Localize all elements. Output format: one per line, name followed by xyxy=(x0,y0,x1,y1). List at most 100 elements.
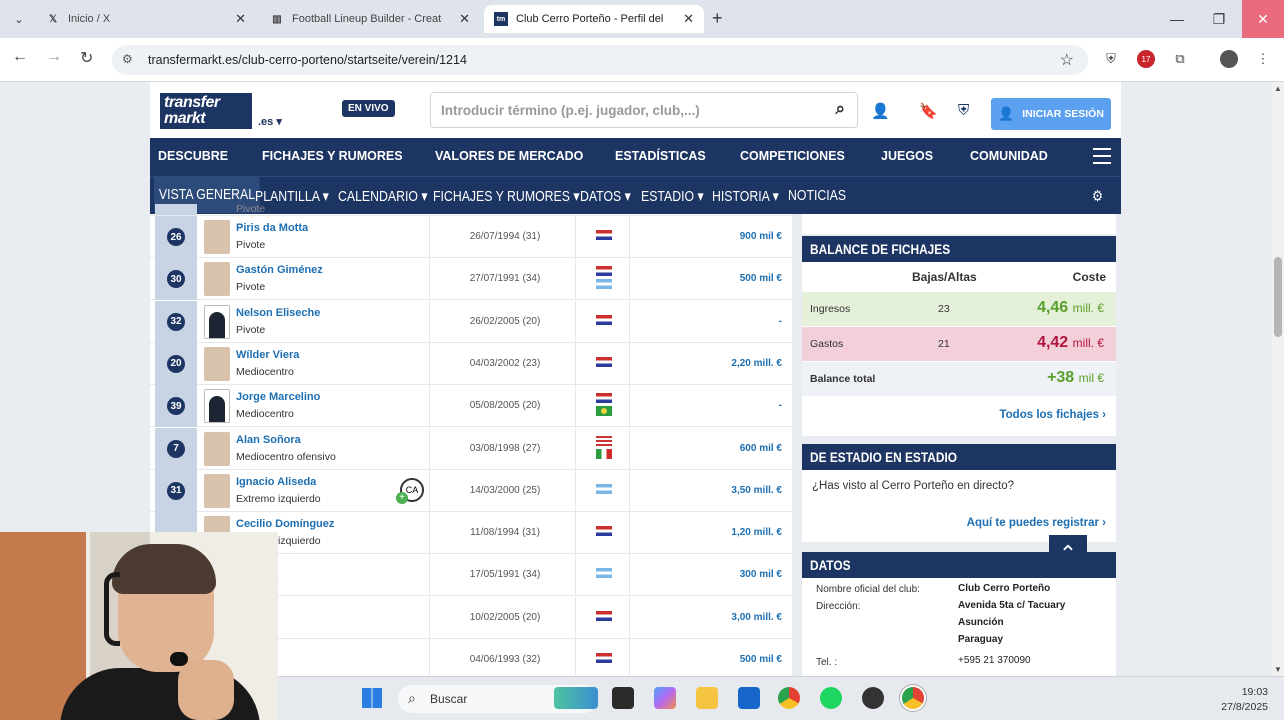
subnav-noticias[interactable]: NOTICIAS xyxy=(788,187,846,204)
profile-avatar[interactable] xyxy=(1220,50,1238,68)
number-cell: 31 xyxy=(155,469,197,512)
tab-inicio-x[interactable]: 𝕏 Inicio / X ✕ xyxy=(36,5,256,33)
search-icon[interactable]: ⌕ xyxy=(835,99,845,119)
site-domain-selector[interactable]: .es ▾ xyxy=(258,115,282,128)
player-photo[interactable] xyxy=(204,431,230,466)
nav-valores-mercado[interactable]: VALORES DE MERCADO xyxy=(435,149,583,163)
cell-divider xyxy=(429,596,430,639)
search-input[interactable]: Introducir término (p.ej. jugador, club,… xyxy=(430,92,858,128)
market-value[interactable]: 600 mil € xyxy=(740,443,782,454)
scroll-up-arrow-icon[interactable]: ▲ xyxy=(1274,84,1282,93)
gear-icon[interactable]: ⚙ xyxy=(1092,187,1103,205)
shield-extension-icon[interactable]: ⛨ xyxy=(1102,50,1120,68)
player-photo[interactable] xyxy=(204,220,230,254)
close-window-button[interactable]: ✕ xyxy=(1242,0,1284,38)
scroll-down-arrow-icon[interactable]: ▼ xyxy=(1274,665,1282,674)
player-name-link[interactable]: Nelson Eliseche xyxy=(236,307,320,319)
close-tab-icon[interactable]: ✕ xyxy=(683,11,694,27)
market-value[interactable]: 300 mil € xyxy=(740,569,782,580)
tab-cerro-porteno[interactable]: tm Club Cerro Porteño - Perfil del c ✕ xyxy=(484,5,704,33)
market-value[interactable]: 900 mil € xyxy=(740,231,782,242)
minimize-button[interactable]: — xyxy=(1156,0,1198,38)
market-value[interactable]: 500 mil € xyxy=(740,654,782,665)
nav-fichajes-rumores[interactable]: FICHAJES Y RUMORES xyxy=(262,149,403,163)
puzzle-extensions-icon[interactable]: ⧉ xyxy=(1171,50,1189,68)
widgets-icon[interactable] xyxy=(554,687,598,709)
market-value[interactable]: 500 mil € xyxy=(740,273,782,284)
nav-estadisticas[interactable]: ESTADÍSTICAS xyxy=(615,149,706,163)
url-field[interactable]: ⚙ transfermarkt.es/club-cerro-porteno/st… xyxy=(112,45,1088,75)
subnav-calendario[interactable]: CALENDARIO ▾ xyxy=(338,187,428,205)
reload-icon[interactable]: ↻ xyxy=(80,48,93,68)
market-value[interactable]: - xyxy=(779,316,782,327)
player-name-link[interactable]: Gastón Giménez xyxy=(236,264,323,276)
chrome-active-icon[interactable] xyxy=(902,687,924,709)
extension-badge-icon[interactable]: 17 xyxy=(1137,50,1155,68)
player-name-link[interactable]: Alan Soñora xyxy=(236,434,301,446)
scroll-to-top-button[interactable]: ⌃ xyxy=(1049,535,1087,573)
datos-title-text: DATOS xyxy=(810,557,851,573)
outlook-icon[interactable] xyxy=(738,687,760,709)
player-photo[interactable] xyxy=(204,389,230,424)
club-crest-icon[interactable]: CA + xyxy=(396,477,424,504)
subnav-estadio[interactable]: ESTADIO ▾ xyxy=(641,187,704,205)
market-value[interactable]: 3,00 mill. € xyxy=(731,612,782,623)
bookmark-star-icon[interactable]: ☆ xyxy=(1060,50,1074,70)
task-view-icon[interactable] xyxy=(612,687,634,709)
subnav-historia[interactable]: HISTORIA ▾ xyxy=(712,187,779,205)
scrollbar-thumb[interactable] xyxy=(1274,257,1282,337)
player-name-link[interactable]: Wílder Viera xyxy=(236,349,299,361)
app-icon[interactable] xyxy=(862,687,884,709)
subnav-fichajes-rumores[interactable]: FICHAJES Y RUMORES ▾ xyxy=(433,187,580,205)
row-count: 23 xyxy=(938,303,950,315)
cell-divider xyxy=(429,639,430,676)
player-name-link[interactable]: Piris da Motta xyxy=(236,222,308,234)
shield-icon[interactable]: ⛨ xyxy=(958,102,969,119)
player-name-link[interactable]: Ignacio Aliseda xyxy=(236,476,316,488)
tab-football-lineup[interactable]: ▥ Football Lineup Builder - Create ✕ xyxy=(260,5,480,33)
close-tab-icon[interactable]: ✕ xyxy=(235,11,246,27)
market-value[interactable]: - xyxy=(779,400,782,411)
close-tab-icon[interactable]: ✕ xyxy=(459,11,470,27)
market-value[interactable]: 2,20 mill. € xyxy=(731,358,782,369)
spotify-icon[interactable] xyxy=(820,687,842,709)
tab-search-button[interactable]: ⌄ xyxy=(8,8,30,30)
register-link[interactable]: Aquí te puedes registrar › xyxy=(967,517,1106,529)
copilot-icon[interactable] xyxy=(654,687,676,709)
player-photo[interactable] xyxy=(204,346,230,381)
taskbar-clock[interactable]: 19:03 27/8/2025 xyxy=(1221,685,1268,715)
bookmark-icon[interactable]: 🔖 xyxy=(919,102,938,120)
new-tab-button[interactable]: + xyxy=(712,8,723,29)
maximize-button[interactable]: ❐ xyxy=(1198,0,1240,38)
row-label: Balance total xyxy=(810,373,876,385)
site-info-icon[interactable]: ⚙ xyxy=(122,52,133,66)
login-button[interactable]: 👤 INICIAR SESIÓN xyxy=(991,98,1111,130)
player-name-link[interactable]: Jorge Marcelino xyxy=(236,391,320,403)
all-transfers-link[interactable]: Todos los fichajes › xyxy=(999,409,1106,421)
market-value[interactable]: 3,50 mill. € xyxy=(731,485,782,496)
player-photo[interactable] xyxy=(204,304,230,339)
nav-competiciones[interactable]: COMPETICIONES xyxy=(740,149,845,163)
player-photo[interactable] xyxy=(204,473,230,508)
transfermarkt-logo[interactable]: transfer markt xyxy=(160,93,252,129)
subnav-datos[interactable]: DATOS ▾ xyxy=(580,187,631,205)
live-button[interactable]: EN VIVO xyxy=(342,100,395,117)
player-position: Pivote xyxy=(236,323,266,336)
player-birthdate: 14/03/2000 (25) xyxy=(469,484,541,496)
forward-arrow-icon[interactable]: → xyxy=(46,48,62,66)
windows-start-icon[interactable] xyxy=(362,688,382,708)
back-arrow-icon[interactable]: ← xyxy=(12,48,28,66)
market-value[interactable]: 1,20 mill. € xyxy=(731,527,782,538)
page-scrollbar[interactable]: ▲ ▼ xyxy=(1272,82,1284,676)
nav-juegos[interactable]: JUEGOS xyxy=(881,149,933,163)
subnav-plantilla[interactable]: PLANTILLA ▾ xyxy=(255,187,329,205)
chrome-icon[interactable] xyxy=(778,687,800,709)
player-photo[interactable] xyxy=(204,262,230,297)
nav-comunidad[interactable]: COMUNIDAD xyxy=(970,149,1048,163)
menu-dots-icon[interactable]: ⋮ xyxy=(1254,50,1272,68)
file-explorer-icon[interactable] xyxy=(696,687,718,709)
hamburger-menu-icon[interactable] xyxy=(1093,148,1111,164)
player-name-link[interactable]: Cecilio Domínguez xyxy=(236,518,334,530)
user-search-icon[interactable]: 👤 xyxy=(871,102,890,120)
nav-descubre[interactable]: DESCUBRE xyxy=(158,149,228,163)
